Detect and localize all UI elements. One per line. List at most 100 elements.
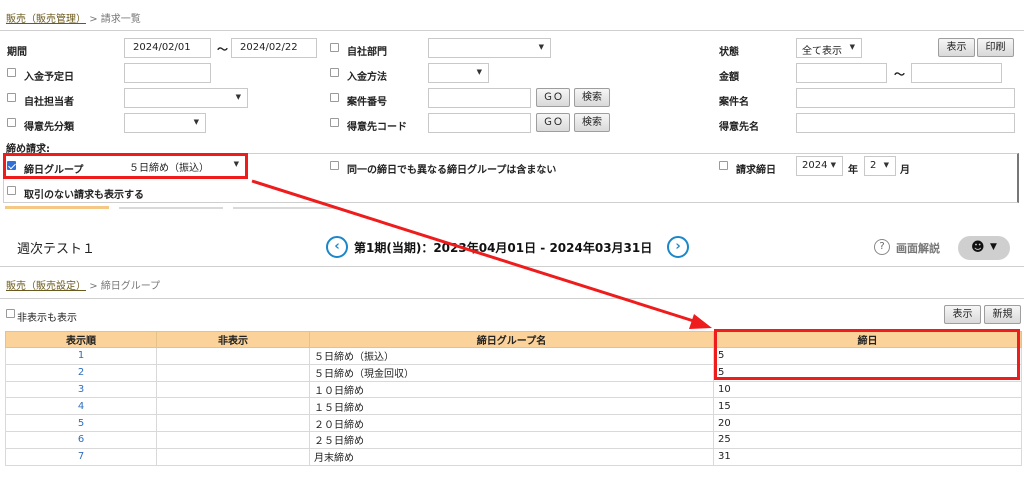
breadcrumb: 販売（販売管理） > 請求一覧 xyxy=(6,10,141,25)
own-staff-checkbox[interactable] xyxy=(7,93,16,102)
customer-class-select[interactable]: ▼ xyxy=(124,113,206,133)
customer-code-go-button[interactable]: ＧＯ xyxy=(536,113,570,132)
company-name: 週次テスト１ xyxy=(17,242,96,257)
year-suffix: 年 xyxy=(848,165,858,176)
billing-close-checkbox[interactable] xyxy=(719,161,728,170)
same-day-label: 同一の締日でも異なる締日グループは含まない xyxy=(347,165,557,176)
chevron-left-icon[interactable]: ‹ xyxy=(326,236,348,258)
chevron-down-icon: ▼ xyxy=(476,68,482,76)
row-order-link[interactable]: 7 xyxy=(5,447,157,466)
print-button[interactable]: 印刷 xyxy=(977,38,1014,57)
list-new-button[interactable]: 新規 xyxy=(984,305,1021,324)
customer-code-search-button[interactable]: 検索 xyxy=(574,113,610,132)
row-order-link[interactable]: 1 xyxy=(5,347,157,365)
table-row[interactable]: 5 ２０日締め 20 xyxy=(5,414,1022,432)
amount-tilde: 〜 xyxy=(894,68,905,81)
divider xyxy=(0,266,1024,267)
help-icon[interactable]: ? xyxy=(874,239,890,255)
billing-month-select[interactable]: 2 ▼ xyxy=(864,156,896,176)
filter-panel: 期間 2024/02/01 〜 2024/02/22 自社部門 ▼ 状態 全て表… xyxy=(0,31,1024,211)
same-day-checkbox[interactable] xyxy=(330,161,339,170)
table-row[interactable]: 4 １５日締め 15 xyxy=(5,397,1022,416)
row-name-cell: １０日締め xyxy=(309,380,714,399)
case-name-label: 案件名 xyxy=(719,97,749,108)
chevron-down-icon: ▼ xyxy=(883,161,889,169)
case-number-go-button[interactable]: ＧＯ xyxy=(536,88,570,107)
chevron-down-icon: ▼ xyxy=(849,43,855,51)
breadcrumb-settings: 販売（販売設定） > 締日グループ xyxy=(6,277,160,292)
help-label[interactable]: 画面解説 xyxy=(896,240,940,256)
chevron-right-icon[interactable]: › xyxy=(667,236,689,258)
amount-label: 金額 xyxy=(719,72,739,83)
row-hidden-cell xyxy=(156,430,310,449)
tab-indicator xyxy=(5,206,109,209)
breadcrumb-parent-link[interactable]: 販売（販売設定） xyxy=(6,281,86,292)
payment-method-checkbox[interactable] xyxy=(330,68,339,77)
period-label: 期間 xyxy=(7,47,27,58)
payment-due-label: 入金予定日 xyxy=(24,72,74,83)
case-number-input[interactable] xyxy=(428,88,531,108)
month-suffix: 月 xyxy=(900,165,910,176)
row-day-cell: 20 xyxy=(713,414,1022,432)
own-staff-label: 自社担当者 xyxy=(24,97,74,108)
table-row[interactable]: 3 １０日締め 10 xyxy=(5,380,1022,399)
row-order-link[interactable]: 4 xyxy=(5,397,157,416)
own-dept-checkbox[interactable] xyxy=(330,43,339,52)
annotation-box-closing-day xyxy=(714,329,1020,380)
row-order-link[interactable]: 5 xyxy=(5,414,157,432)
own-dept-label: 自社部門 xyxy=(347,47,387,58)
show-button[interactable]: 表示 xyxy=(938,38,975,57)
column-header-hidden[interactable]: 非表示 xyxy=(156,331,310,348)
billing-close-label: 請求締日 xyxy=(736,165,776,176)
payment-due-input[interactable] xyxy=(124,63,211,83)
row-hidden-cell xyxy=(156,414,310,432)
status-select-value: 全て表示 xyxy=(802,46,842,57)
row-hidden-cell xyxy=(156,347,310,365)
column-header-order[interactable]: 表示順 xyxy=(5,331,157,348)
customer-code-input[interactable] xyxy=(428,113,531,133)
chevron-down-icon: ▼ xyxy=(538,43,544,51)
case-number-search-button[interactable]: 検索 xyxy=(574,88,610,107)
period-title: 第1期(当期)：2023年04月01日 - 2024年03月31日 xyxy=(354,241,653,255)
breadcrumb-separator: > xyxy=(89,281,98,292)
user-menu-button[interactable]: ☻ ▼ xyxy=(958,236,1010,260)
row-day-cell: 31 xyxy=(713,447,1022,466)
own-dept-select[interactable]: ▼ xyxy=(428,38,551,58)
payment-due-checkbox[interactable] xyxy=(7,68,16,77)
customer-code-checkbox[interactable] xyxy=(330,118,339,127)
show-hidden-checkbox[interactable] xyxy=(6,309,15,318)
no-transaction-checkbox[interactable] xyxy=(7,186,16,195)
column-header-name[interactable]: 締日グループ名 xyxy=(309,331,714,348)
tab-indicator xyxy=(119,207,223,209)
table-row[interactable]: 7 月末締め 31 xyxy=(5,447,1022,466)
customer-name-input[interactable] xyxy=(796,113,1015,133)
list-show-button[interactable]: 表示 xyxy=(944,305,981,324)
case-name-input[interactable] xyxy=(796,88,1015,108)
show-hidden-label: 非表示も表示 xyxy=(17,313,77,324)
row-hidden-cell xyxy=(156,363,310,382)
billing-year-select[interactable]: 2024 ▼ xyxy=(796,156,843,176)
row-order-link[interactable]: 2 xyxy=(5,363,157,382)
annotation-box-closing-group xyxy=(3,153,248,179)
breadcrumb-parent-link[interactable]: 販売（販売管理） xyxy=(6,14,86,25)
row-name-cell: １５日締め xyxy=(309,397,714,416)
period-to-input[interactable]: 2024/02/22 xyxy=(231,38,317,58)
amount-to-input[interactable] xyxy=(911,63,1002,83)
period-from-input[interactable]: 2024/02/01 xyxy=(124,38,211,58)
own-staff-select[interactable]: ▼ xyxy=(124,88,248,108)
status-select[interactable]: 全て表示 ▼ xyxy=(796,38,862,58)
billing-year-value: 2024 xyxy=(802,160,828,171)
case-number-checkbox[interactable] xyxy=(330,93,339,102)
table-row[interactable]: 6 ２５日締め 25 xyxy=(5,430,1022,449)
no-transaction-label: 取引のない請求も表示する xyxy=(24,190,144,201)
divider xyxy=(0,298,1024,299)
row-hidden-cell xyxy=(156,447,310,466)
row-order-link[interactable]: 6 xyxy=(5,430,157,449)
customer-class-label: 得意先分類 xyxy=(24,122,74,133)
payment-method-select[interactable]: ▼ xyxy=(428,63,489,83)
caret-down-icon: ▼ xyxy=(990,242,997,252)
row-order-link[interactable]: 3 xyxy=(5,380,157,399)
chevron-down-icon: ▼ xyxy=(193,118,199,126)
customer-class-checkbox[interactable] xyxy=(7,118,16,127)
amount-from-input[interactable] xyxy=(796,63,887,83)
